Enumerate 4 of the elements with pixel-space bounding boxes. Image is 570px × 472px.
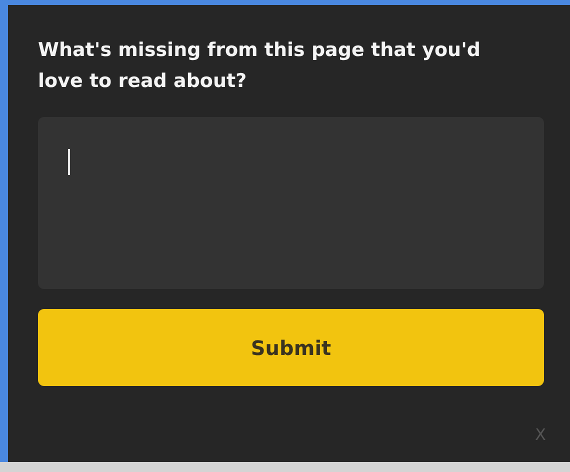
text-cursor: [68, 149, 70, 175]
submit-button[interactable]: Submit: [38, 309, 544, 386]
question-text: What's missing from this page that you'd love to read about?: [38, 38, 482, 94]
answer-box[interactable]: [38, 117, 544, 289]
